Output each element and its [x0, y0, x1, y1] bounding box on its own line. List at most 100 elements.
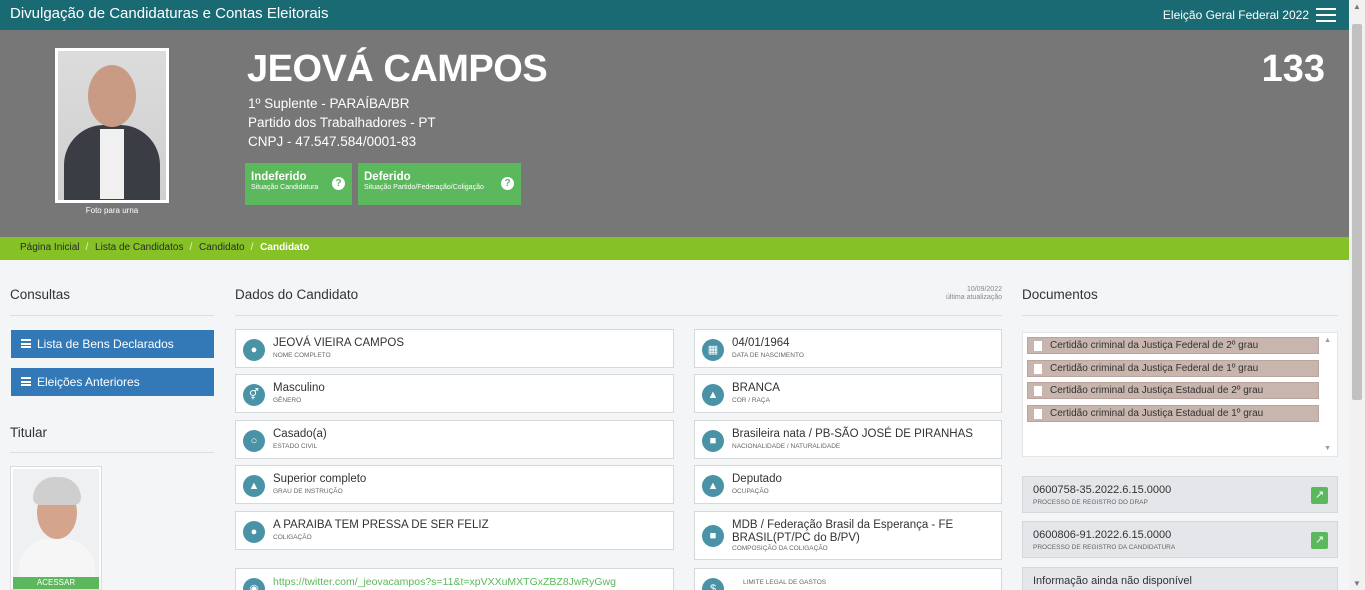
field-limite-gastos: $ Limite legal de gastos — [694, 568, 1002, 590]
field-label: Composição da coligação — [732, 545, 828, 552]
field-value: BRANCA — [732, 382, 780, 394]
field-estado-civil: ○ Casado(a) Estado civil — [235, 420, 674, 459]
status-partido: Deferido Situação Partido/Federação/Coli… — [358, 163, 521, 205]
scroll-up-arrow-icon[interactable]: ▲ — [1353, 2, 1361, 11]
breadcrumb-separator: / — [250, 242, 254, 253]
calendar-icon: ▦ — [702, 339, 724, 361]
process-candidatura[interactable]: 0600806-91.2022.6.15.0000 Processo de re… — [1022, 521, 1338, 558]
user-icon: ● — [243, 339, 265, 361]
election-label[interactable]: Eleição Geral Federal 2022 — [1163, 8, 1309, 22]
question-circle-icon[interactable]: ? — [501, 177, 514, 190]
update-label: última atualização — [945, 294, 1002, 301]
candidate-number: 133 — [1261, 48, 1325, 90]
file-icon — [1034, 386, 1042, 396]
status-candidatura: Indeferido Situação Candidatura ? — [245, 163, 352, 205]
scroll-down-arrow-icon[interactable]: ▼ — [1353, 579, 1361, 588]
twitter-link[interactable]: https://twitter.com/_jeovacampos?s=11&t=… — [273, 576, 667, 589]
status-title: Deferido — [364, 171, 411, 183]
documentos-title: Documentos — [1022, 287, 1098, 302]
field-value: Brasileira nata / PB-SÃO JOSÉ DE PIRANHA… — [732, 428, 973, 440]
scroll-down-icon[interactable]: ▼ — [1324, 445, 1331, 452]
status-subtitle: Situação Partido/Federação/Coligação — [364, 184, 484, 191]
hamburger-menu-icon[interactable] — [1316, 8, 1336, 22]
field-value: 04/01/1964 — [732, 337, 790, 349]
field-value: Casado(a) — [273, 428, 327, 440]
map-icon: ■ — [702, 430, 724, 452]
divider — [10, 452, 214, 453]
external-link-icon[interactable]: ↗ — [1311, 532, 1328, 549]
titular-title: Titular — [10, 425, 48, 440]
field-value: Deputado — [732, 473, 782, 485]
field-label: Nome completo — [273, 352, 331, 359]
breadcrumb: Página Inicial / Lista de Candidatos / Can… — [0, 237, 1349, 260]
document-item[interactable]: Certidão criminal da Justiça Estadual de… — [1027, 382, 1319, 399]
titular-photo — [13, 469, 99, 579]
field-data-nascimento: ▦ 04/01/1964 Data de nascimento — [694, 329, 1002, 368]
list-icon — [21, 339, 31, 349]
button-label: Eleições Anteriores — [37, 375, 140, 389]
dollar-icon: $ — [702, 578, 724, 590]
update-date: 10/09/2022 — [966, 286, 1002, 293]
document-item[interactable]: Certidão criminal da Justiça Federal de … — [1027, 360, 1319, 377]
document-label: Certidão criminal da Justiça Estadual de… — [1050, 408, 1264, 419]
divider — [10, 315, 214, 316]
field-value: JEOVÁ VIEIRA CAMPOS — [273, 337, 405, 349]
bens-declarados-button[interactable]: Lista de Bens Declarados — [11, 330, 214, 358]
field-nacionalidade: ■ Brasileira nata / PB-SÃO JOSÉ DE PIRAN… — [694, 420, 1002, 459]
field-label: Cor / Raça — [732, 397, 770, 404]
document-item[interactable]: Certidão criminal da Justiça Estadual de… — [1027, 405, 1319, 422]
button-label: Lista de Bens Declarados — [37, 337, 174, 351]
candidate-position: 1º Suplente - PARAÍBA/BR — [248, 96, 410, 111]
breadcrumb-separator: / — [85, 242, 89, 253]
institution-icon: ▲ — [702, 475, 724, 497]
field-coligacao: ● A PARAIBA TEM PRESSA DE SER FELIZ Coli… — [235, 511, 674, 550]
breadcrumb-current: Candidato — [260, 242, 310, 253]
graduation-cap-icon: ▲ — [243, 475, 265, 497]
file-icon — [1034, 341, 1042, 351]
candidate-name: JEOVÁ CAMPOS — [247, 48, 548, 90]
acessar-button[interactable]: ACESSAR — [13, 577, 99, 589]
ring-icon: ○ — [243, 430, 265, 452]
app-title[interactable]: Divulgação de Candidaturas e Contas Elei… — [10, 5, 329, 22]
field-label: Data de nascimento — [732, 352, 804, 359]
divider — [235, 315, 1002, 316]
question-circle-icon[interactable]: ? — [332, 177, 345, 190]
list-icon — [21, 377, 31, 387]
field-value: A PARAIBA TEM PRESSA DE SER FELIZ — [273, 519, 489, 531]
scrollbar-thumb[interactable] — [1352, 24, 1362, 400]
document-label: Certidão criminal da Justiça Estadual de… — [1050, 385, 1264, 396]
field-label: Gênero — [273, 397, 302, 404]
consultas-title: Consultas — [10, 287, 71, 302]
breadcrumb-home[interactable]: Página Inicial — [20, 242, 79, 253]
field-label: Coligação — [273, 534, 312, 541]
field-composicao-coligacao: ■ MDB / Federação Brasil da Esperança - … — [694, 511, 1002, 560]
eleicoes-anteriores-button[interactable]: Eleições Anteriores — [11, 368, 214, 396]
field-value: Superior completo — [273, 473, 367, 485]
external-link-icon[interactable]: ↗ — [1311, 487, 1328, 504]
process-number: 0600806-91.2022.6.15.0000 — [1033, 529, 1172, 541]
last-update: 10/09/2022 última atualização — [946, 286, 1002, 302]
titular-card[interactable]: ACESSAR — [10, 466, 102, 590]
process-label: Processo de registro da candidatura — [1033, 544, 1176, 551]
globe-icon: ◉ — [243, 578, 265, 590]
info-unavailable: Informação ainda não disponível — [1022, 567, 1338, 590]
field-site: ◉ https://twitter.com/_jeovacampos?s=11&… — [235, 568, 674, 590]
process-number: 0600758-35.2022.6.15.0000 — [1033, 484, 1172, 496]
field-value: Masculino — [273, 382, 325, 394]
breadcrumb-candidate[interactable]: Candidato — [199, 242, 245, 253]
unavailable-text: Informação ainda não disponível — [1033, 575, 1192, 587]
document-item[interactable]: Certidão criminal da Justiça Federal de … — [1027, 337, 1319, 354]
divider — [1022, 315, 1338, 316]
documents-list: Certidão criminal da Justiça Federal de … — [1022, 332, 1338, 457]
page-scrollbar[interactable]: ▲ ▼ — [1349, 0, 1365, 590]
top-navbar: Divulgação de Candidaturas e Contas Elei… — [0, 0, 1349, 30]
scroll-up-icon[interactable]: ▲ — [1324, 337, 1331, 344]
process-drap[interactable]: 0600758-35.2022.6.15.0000 Processo de re… — [1022, 476, 1338, 513]
breadcrumb-candidates-list[interactable]: Lista de Candidatos — [95, 242, 183, 253]
field-label: Ocupação — [732, 488, 769, 495]
file-icon — [1034, 364, 1042, 374]
field-grau-instrucao: ▲ Superior completo Grau de instrução — [235, 465, 674, 504]
field-ocupacao: ▲ Deputado Ocupação — [694, 465, 1002, 504]
field-nome-completo: ● JEOVÁ VIEIRA CAMPOS Nome completo — [235, 329, 674, 368]
field-cor-raca: ▲ BRANCA Cor / Raça — [694, 374, 1002, 413]
